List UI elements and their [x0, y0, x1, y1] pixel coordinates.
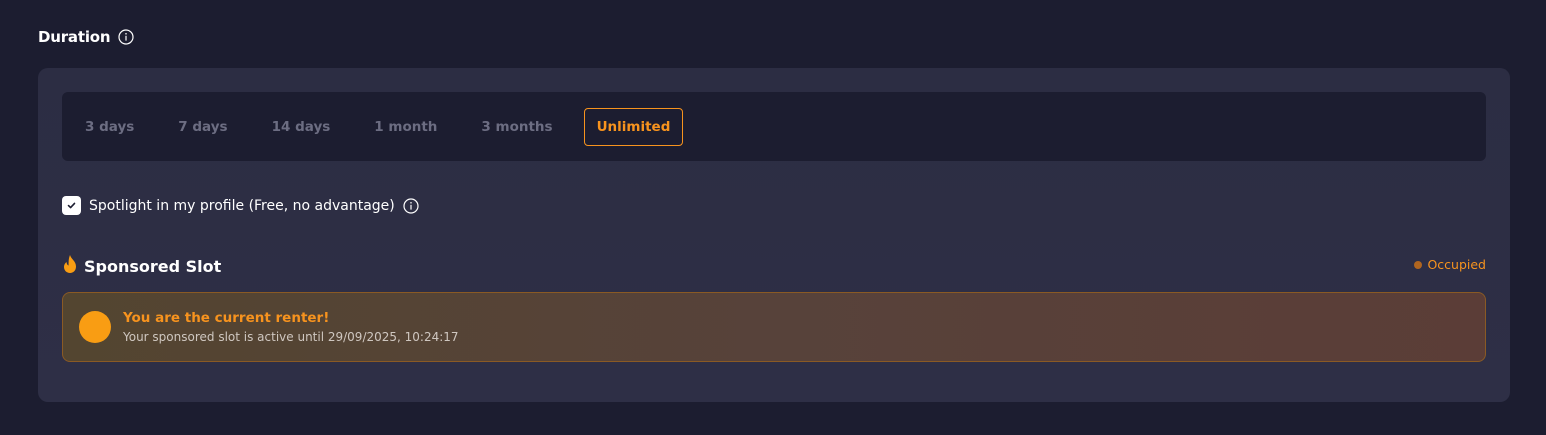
tab-1-month[interactable]: 1 month	[361, 108, 450, 146]
tab-14-days[interactable]: 14 days	[259, 108, 344, 146]
check-icon	[67, 202, 76, 209]
spotlight-checkbox[interactable]	[62, 196, 81, 215]
tab-3-days[interactable]: 3 days	[72, 108, 147, 146]
avatar	[79, 311, 111, 343]
info-icon[interactable]	[118, 29, 134, 45]
status-dot-icon	[1414, 260, 1423, 269]
duration-title: Duration	[38, 28, 111, 46]
duration-tabs: 3 days 7 days 14 days 1 month 3 months U…	[62, 92, 1486, 161]
tab-unlimited[interactable]: Unlimited	[583, 107, 684, 146]
duration-header: Duration	[38, 28, 134, 46]
sponsored-slot-heading: Sponsored Slot	[62, 254, 221, 278]
tab-3-months[interactable]: 3 months	[468, 108, 565, 146]
spotlight-label: Spotlight in my profile (Free, no advant…	[89, 197, 395, 214]
tab-7-days[interactable]: 7 days	[165, 108, 240, 146]
spotlight-option: Spotlight in my profile (Free, no advant…	[62, 196, 419, 215]
status-badge: Occupied	[1414, 257, 1486, 272]
status-label: Occupied	[1427, 257, 1486, 272]
flame-icon	[62, 254, 78, 278]
slot-card-title: You are the current renter!	[123, 310, 330, 326]
info-icon[interactable]	[403, 197, 419, 214]
sponsored-slot-card: You are the current renter! Your sponsor…	[62, 292, 1486, 362]
duration-panel: 3 days 7 days 14 days 1 month 3 months U…	[38, 68, 1510, 402]
slot-card-subtitle: Your sponsored slot is active until 29/0…	[123, 330, 459, 344]
sponsored-slot-title: Sponsored Slot	[84, 256, 222, 276]
